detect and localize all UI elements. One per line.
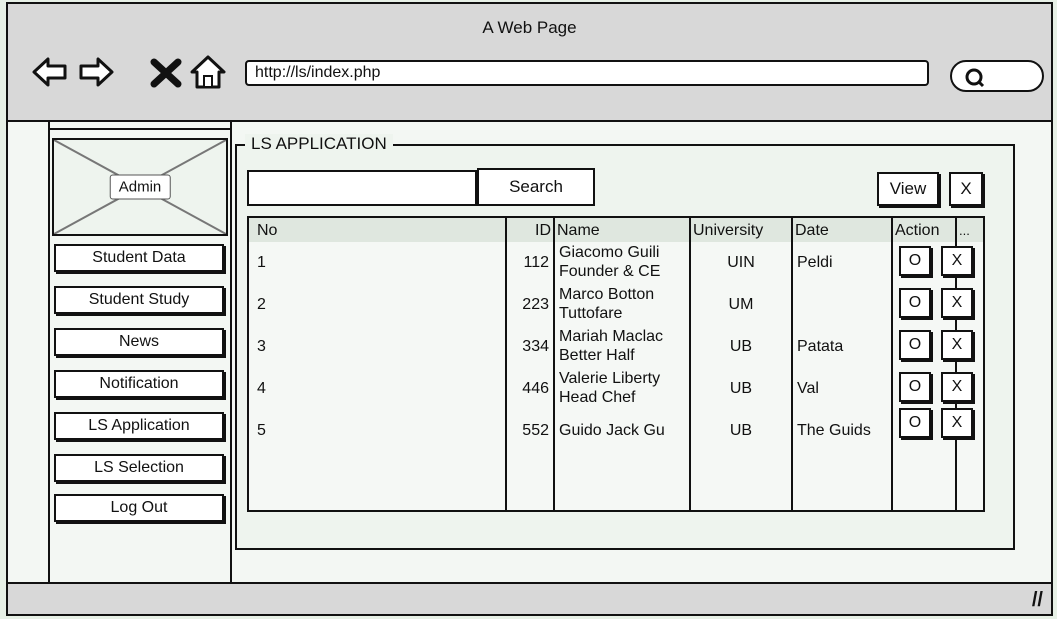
table-header — [249, 218, 983, 242]
delete-button[interactable]: X — [941, 372, 973, 402]
search-input[interactable] — [247, 170, 477, 206]
header-university: University — [693, 222, 764, 239]
cell-university: UIN — [727, 254, 755, 271]
cell-university: UB — [729, 380, 753, 397]
sidebar-item-ls-selection[interactable]: LS Selection — [54, 454, 224, 482]
cell-no: 4 — [257, 380, 266, 397]
cell-date: Patata — [797, 338, 844, 355]
window-title: A Web Page — [482, 18, 577, 37]
cell-date: Peldi — [797, 254, 833, 271]
cell-id: 112 — [523, 254, 549, 271]
open-button[interactable]: O — [899, 372, 931, 402]
sidebar-item-ls-application[interactable]: LS Application — [54, 412, 224, 440]
sidebar: Admin Student Data Student Study News No… — [48, 122, 232, 584]
table-row: 1 112 Giacomo Guili Founder & CE UIN Peld… — [249, 242, 983, 284]
name-line-2: Better Half — [559, 347, 635, 364]
open-button[interactable]: O — [899, 246, 931, 276]
resize-grip-icon[interactable]: // — [1032, 589, 1043, 612]
open-button[interactable]: O — [899, 408, 931, 438]
cell-name: Giacomo Guili Founder & CE — [559, 243, 687, 281]
cell-no: 2 — [257, 296, 266, 313]
header-name: Name — [557, 222, 600, 239]
table-row: 2 223 Marco Botton Tuttofare UM O X — [249, 284, 983, 326]
forward-arrow-icon[interactable] — [76, 52, 116, 92]
header-extra: ... — [959, 223, 970, 238]
ls-application-panel: LS APPLICATION Search View X No ID Name … — [235, 134, 1015, 550]
sidebar-item-notification[interactable]: Notification — [54, 370, 224, 398]
name-line-1: Valerie Liberty — [559, 370, 661, 387]
sidebar-header-strip — [50, 122, 230, 130]
cell-no: 3 — [257, 338, 266, 355]
name-line-1: Marco Botton — [559, 286, 655, 303]
name-line-1: Mariah Maclac — [559, 328, 664, 345]
sidebar-item-news[interactable]: News — [54, 328, 224, 356]
cell-university: UB — [729, 422, 753, 439]
table-row: 3 334 Mariah Maclac Better Half UB Patata… — [249, 326, 983, 368]
cell-name: Valerie Liberty Head Chef — [559, 369, 687, 407]
magnifier-icon — [965, 68, 985, 88]
stop-icon[interactable] — [148, 52, 188, 92]
admin-image-placeholder: Admin — [52, 138, 228, 236]
cell-id: 446 — [522, 380, 549, 397]
delete-button[interactable]: X — [941, 408, 973, 438]
cell-university: UM — [728, 296, 754, 313]
browser-toolbar: A Web Page http://ls/index.php — [8, 4, 1051, 122]
sidebar-item-student-study[interactable]: Student Study — [54, 286, 224, 314]
browser-search-field[interactable] — [950, 60, 1044, 92]
browser-window: A Web Page http://ls/index.php Admin Stu… — [6, 2, 1053, 616]
header-no: No — [257, 222, 278, 239]
home-icon[interactable] — [188, 52, 228, 92]
search-button[interactable]: Search — [477, 168, 595, 206]
status-bar: // — [8, 582, 1051, 614]
open-button[interactable]: O — [899, 330, 931, 360]
back-arrow-icon[interactable] — [30, 52, 70, 92]
cell-university: UB — [729, 338, 753, 355]
delete-button[interactable]: X — [941, 246, 973, 276]
cell-date: The Guids — [797, 422, 871, 439]
header-id: ID — [535, 222, 551, 239]
name-line-2: Founder & CE — [559, 263, 661, 280]
open-button[interactable]: O — [899, 288, 931, 318]
cell-date: Val — [797, 380, 819, 397]
admin-label: Admin — [109, 174, 171, 200]
cell-no: 5 — [257, 422, 266, 439]
cell-id: 334 — [522, 338, 549, 355]
name-line-2: Head Chef — [559, 389, 636, 406]
cell-id: 552 — [522, 422, 549, 439]
delete-button[interactable]: X — [941, 330, 973, 360]
sidebar-item-student-data[interactable]: Student Data — [54, 244, 224, 272]
sidebar-item-log-out[interactable]: Log Out — [54, 494, 224, 522]
view-button[interactable]: View — [877, 172, 939, 206]
table-row: 4 446 Valerie Liberty Head Chef UB Val O … — [249, 368, 983, 410]
close-button[interactable]: X — [949, 172, 983, 206]
name-line-1: Giacomo Guili — [559, 244, 660, 261]
cell-name: Guido Jack Gu — [559, 422, 665, 439]
delete-button[interactable]: X — [941, 288, 973, 318]
cell-name: Mariah Maclac Better Half — [559, 327, 687, 365]
header-action: Action — [895, 222, 940, 239]
cell-id: 223 — [522, 296, 549, 313]
header-date: Date — [795, 222, 829, 239]
address-bar[interactable]: http://ls/index.php — [245, 60, 929, 86]
application-table: No ID Name University Date Action ... 1 … — [247, 216, 985, 512]
cell-name: Marco Botton Tuttofare — [559, 285, 687, 323]
panel-title: LS APPLICATION — [245, 134, 393, 154]
cell-no: 1 — [257, 254, 266, 271]
table-row: 5 552 Guido Jack Gu UB The Guids O X — [249, 408, 983, 452]
name-line-2: Tuttofare — [559, 305, 623, 322]
